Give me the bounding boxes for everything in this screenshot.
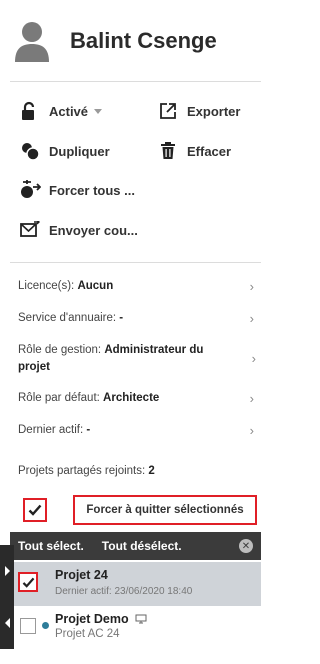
directory-key: Service d'annuaire: [18, 312, 117, 324]
default-role-row[interactable]: Rôle par défaut: Architecte › [18, 390, 258, 407]
collapse-panel-tab[interactable] [0, 597, 14, 649]
duplicate-label: Dupliquer [49, 143, 110, 159]
chevron-right-icon: › [249, 311, 254, 326]
force-all-button[interactable]: Forcer tous ... [19, 179, 135, 201]
user-header: Balint Csenge [0, 0, 271, 82]
force-leave-selected-button[interactable]: Forcer à quitter sélectionnés [73, 495, 257, 525]
shared-projects-key: Projets partagés rejoints: [18, 465, 146, 477]
directory-value: - [119, 312, 124, 324]
last-active-value: - [86, 424, 91, 436]
divider [10, 262, 261, 263]
unlock-icon [19, 100, 41, 122]
last-active-row[interactable]: Dernier actif: - › [18, 422, 258, 439]
project-status-dot [42, 622, 49, 629]
delete-label: Effacer [187, 143, 232, 159]
default-role-key: Rôle par défaut: [18, 392, 100, 404]
chevron-right-icon: › [251, 351, 256, 366]
duplicate-icon [19, 140, 41, 162]
project-checkbox[interactable] [20, 618, 36, 634]
selection-toolbar: Tout sélect. Tout désélect. ✕ [10, 532, 261, 560]
force-leave-icon [19, 179, 41, 201]
license-key: Licence(s): [18, 280, 75, 292]
send-message-button[interactable]: Envoyer cou... [19, 219, 138, 241]
management-role-key: Rôle de gestion: [18, 344, 102, 356]
trash-icon [157, 140, 179, 162]
project-name: Projet Demo [55, 612, 147, 626]
triangle-left-icon [4, 618, 10, 628]
project-row[interactable]: Projet Demo Projet AC 24 [14, 606, 261, 650]
project-name-text: Projet Demo [55, 612, 129, 626]
select-all-button[interactable]: Tout sélect. [18, 539, 84, 553]
divider [10, 81, 261, 82]
deselect-all-button[interactable]: Tout désélect. [102, 539, 182, 553]
chevron-right-icon: › [249, 423, 254, 438]
activate-dropdown[interactable]: Activé [19, 100, 103, 122]
shared-projects-count: Projets partagés rejoints: 2 [18, 465, 155, 477]
project-subtitle: Projet AC 24 [55, 628, 120, 640]
default-role-value: Architecte [103, 392, 160, 404]
expand-panel-tab[interactable] [0, 545, 14, 597]
chevron-right-icon: › [249, 391, 254, 406]
monitor-icon [135, 614, 147, 624]
license-row[interactable]: Licence(s): Aucun › [18, 278, 258, 295]
select-all-checkbox[interactable] [23, 498, 47, 522]
send-message-label: Envoyer cou... [49, 222, 138, 238]
export-icon [157, 100, 179, 122]
last-active-key: Dernier actif: [18, 424, 84, 436]
project-last-active: Dernier actif: 23/06/2020 18:40 [55, 586, 193, 597]
user-name: Balint Csenge [70, 28, 217, 53]
duplicate-button[interactable]: Dupliquer [19, 140, 110, 162]
delete-button[interactable]: Effacer [157, 140, 231, 162]
project-name: Projet 24 [55, 568, 108, 582]
directory-service-row[interactable]: Service d'annuaire: - › [18, 310, 258, 327]
chevron-down-icon [94, 108, 103, 114]
checkmark-icon [28, 504, 42, 516]
checkmark-icon [22, 577, 34, 588]
chevron-right-icon: › [249, 279, 254, 294]
project-status-dot [42, 578, 49, 585]
activate-label: Activé [49, 103, 89, 119]
project-row[interactable]: Projet 24 Dernier actif: 23/06/2020 18:4… [14, 562, 261, 606]
triangle-right-icon [4, 566, 10, 576]
shared-projects-value: 2 [148, 465, 155, 477]
license-value: Aucun [77, 280, 114, 292]
user-avatar-icon [15, 22, 49, 62]
close-icon[interactable]: ✕ [239, 539, 253, 553]
send-mail-icon [19, 219, 41, 241]
project-checkbox[interactable] [18, 572, 38, 592]
export-button[interactable]: Exporter [157, 100, 240, 122]
export-label: Exporter [187, 103, 241, 119]
management-role-row[interactable]: Rôle de gestion: Administrateur du proje… [18, 342, 256, 376]
force-all-label: Forcer tous ... [49, 182, 135, 198]
